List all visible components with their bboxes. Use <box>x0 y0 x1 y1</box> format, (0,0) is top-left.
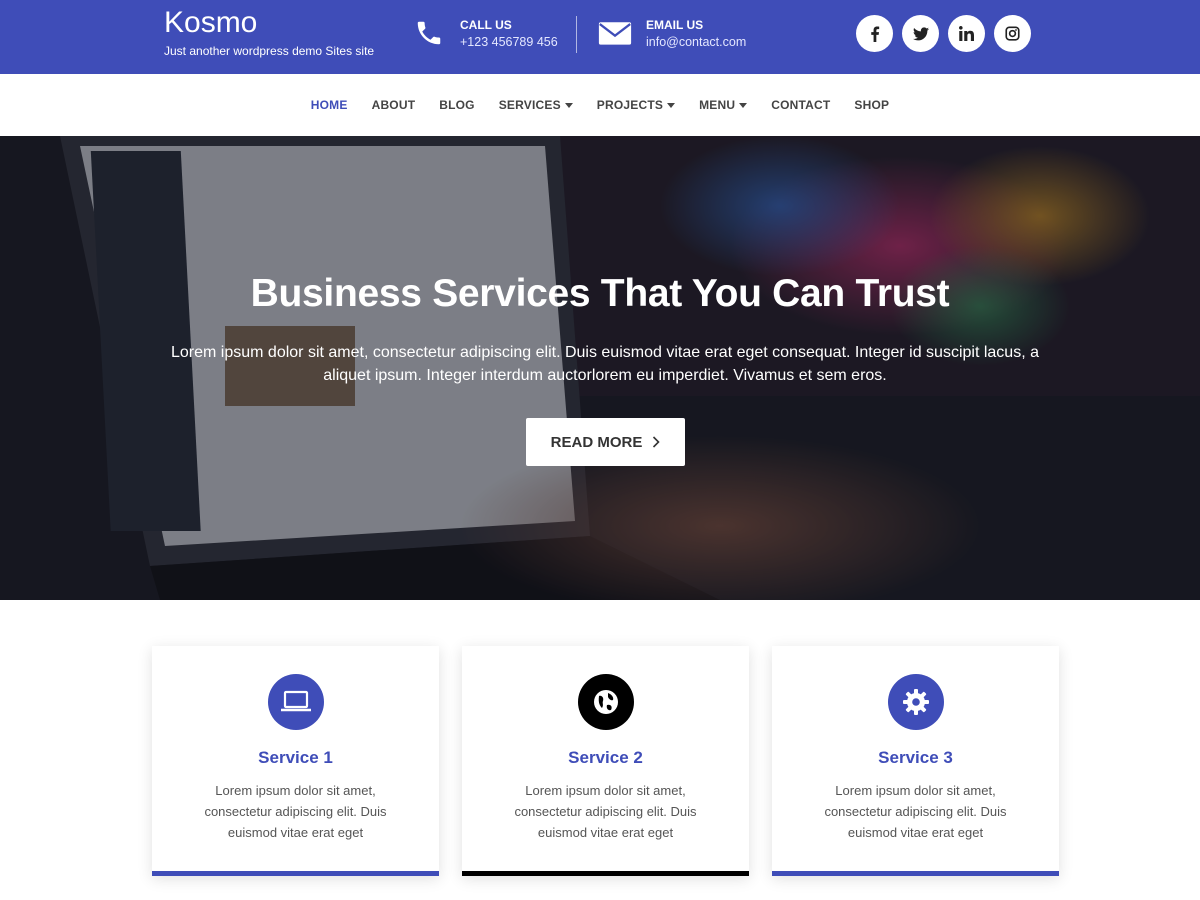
nav-label: SHOP <box>854 98 890 112</box>
call-us-block: CALL US +123 456789 456 <box>412 16 558 50</box>
nav-item-menu[interactable]: MENU <box>687 98 759 112</box>
nav-item-home[interactable]: HOME <box>299 98 360 112</box>
instagram-icon[interactable] <box>994 15 1031 52</box>
caret-down-icon <box>667 102 676 108</box>
contact-divider <box>576 16 577 53</box>
call-label: CALL US <box>460 18 512 32</box>
phone-icon <box>412 16 446 50</box>
site-tagline: Just another wordpress demo Sites site <box>164 44 375 58</box>
nav-label: BLOG <box>439 98 475 112</box>
hero-title: Business Services That You Can Trust <box>250 272 950 315</box>
service-text: Lorem ipsum dolor sit amet, consectetur … <box>824 783 1007 840</box>
linkedin-icon[interactable] <box>948 15 985 52</box>
nav-label: SERVICES <box>498 98 561 112</box>
nav-item-shop[interactable]: SHOP <box>842 98 901 112</box>
email-us-block: EMAIL US info@contact.com <box>598 16 746 50</box>
social-links <box>856 15 1031 52</box>
service-text: Lorem ipsum dolor sit amet, consectetur … <box>514 783 697 840</box>
card-accent-bar <box>462 871 749 876</box>
facebook-icon[interactable] <box>856 15 893 52</box>
globe-icon <box>577 674 634 730</box>
nav-item-contact[interactable]: CONTACT <box>759 98 842 112</box>
twitter-icon[interactable] <box>902 15 939 52</box>
nav-label: PROJECTS <box>596 98 664 112</box>
email-address[interactable]: info@contact.com <box>646 34 746 50</box>
brand[interactable]: Kosmo Just another wordpress demo Sites … <box>164 6 374 58</box>
service-title: Service 1 <box>258 748 333 767</box>
main-nav: HOME ABOUT BLOG SERVICES PROJECTS MENU C… <box>0 74 1200 136</box>
phone-number[interactable]: +123 456789 456 <box>460 34 558 50</box>
envelope-icon <box>598 16 632 50</box>
card-accent-bar <box>772 871 1059 876</box>
services-section: Service 1 Lorem ipsum dolor sit amet, co… <box>152 646 1059 876</box>
nav-item-projects[interactable]: PROJECTS <box>585 98 687 112</box>
site-title[interactable]: Kosmo <box>164 6 374 40</box>
card-accent-bar <box>152 871 439 876</box>
service-card[interactable]: Service 2 Lorem ipsum dolor sit amet, co… <box>462 646 749 876</box>
service-text: Lorem ipsum dolor sit amet, consectetur … <box>204 783 387 840</box>
read-more-label: READ MORE <box>550 433 643 451</box>
nav-label: ABOUT <box>371 98 416 112</box>
nav-item-blog[interactable]: BLOG <box>427 98 486 112</box>
caret-down-icon <box>739 102 748 108</box>
hero-text: Lorem ipsum dolor sit amet, consectetur … <box>171 344 1039 384</box>
service-title: Service 3 <box>878 748 953 767</box>
nav-label: MENU <box>699 98 736 112</box>
laptop-icon <box>267 674 324 730</box>
gear-icon <box>887 674 944 730</box>
nav-label: HOME <box>310 98 348 112</box>
nav-label: CONTACT <box>771 98 831 112</box>
top-bar: Kosmo Just another wordpress demo Sites … <box>0 0 1200 74</box>
hero-section: Business Services That You Can Trust Lor… <box>0 136 1200 600</box>
email-label: EMAIL US <box>646 18 704 32</box>
caret-down-icon <box>564 102 573 108</box>
nav-item-services[interactable]: SERVICES <box>487 98 585 112</box>
nav-item-about[interactable]: ABOUT <box>360 98 428 112</box>
read-more-button[interactable]: READ MORE <box>526 418 685 466</box>
service-card[interactable]: Service 1 Lorem ipsum dolor sit amet, co… <box>152 646 439 876</box>
service-card[interactable]: Service 3 Lorem ipsum dolor sit amet, co… <box>772 646 1059 876</box>
chevron-right-icon <box>653 436 660 448</box>
service-title: Service 2 <box>568 748 643 767</box>
